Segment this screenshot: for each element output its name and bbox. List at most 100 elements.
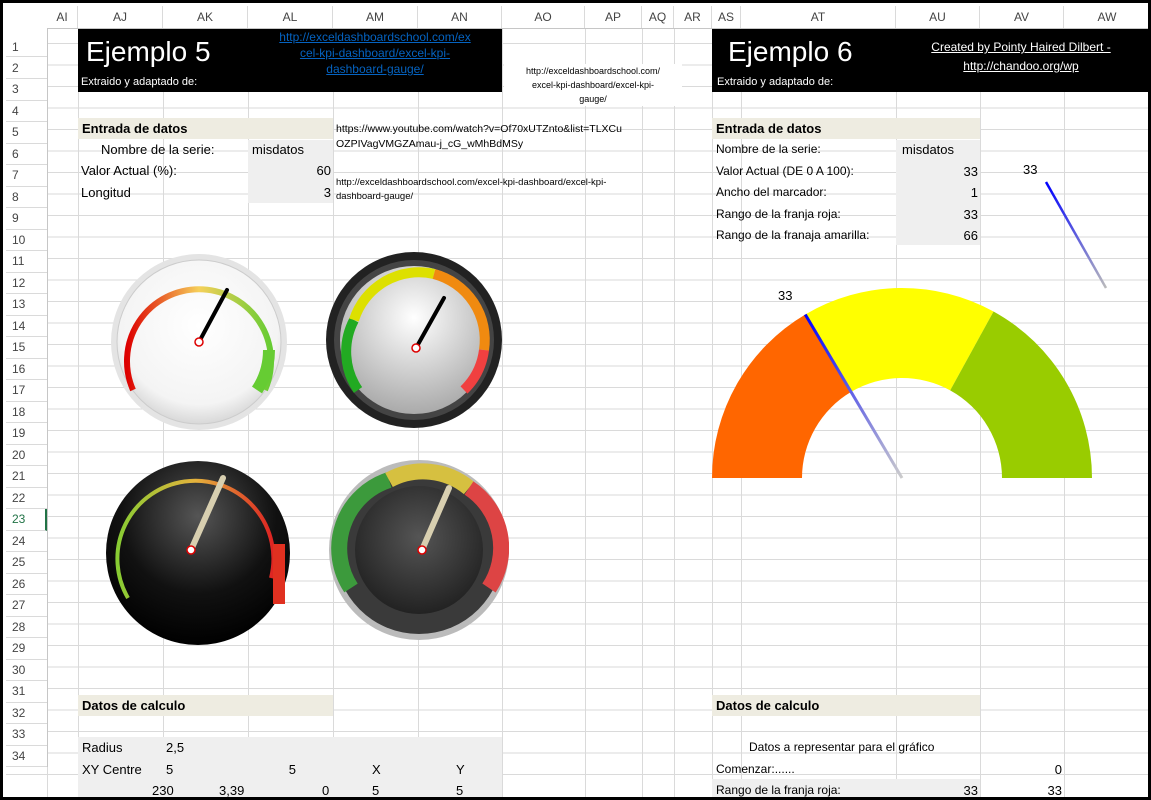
r34-v3[interactable]: 0: [322, 783, 329, 797]
row-header-16[interactable]: 16: [6, 359, 47, 380]
row-header-32[interactable]: 32: [6, 703, 47, 724]
row-header-14[interactable]: 14: [6, 316, 47, 337]
right-row-value[interactable]: 66: [896, 228, 978, 243]
r34-v2[interactable]: 3,39: [219, 783, 244, 797]
right-row-value[interactable]: 33: [896, 164, 978, 179]
row-header-17[interactable]: 17: [6, 380, 47, 402]
valor-value-left[interactable]: 60: [248, 163, 331, 178]
url-small-line2: excel-kpi-dashboard/excel-kpi-: [531, 80, 655, 90]
column-header-aj[interactable]: AJ: [78, 6, 163, 28]
row-header-24[interactable]: 24: [6, 531, 47, 552]
r34-v1[interactable]: 230: [152, 783, 174, 797]
row-header-4[interactable]: 4: [6, 101, 47, 122]
ejemplo6-title: Ejemplo 6: [728, 36, 853, 67]
row-header-21[interactable]: 21: [6, 466, 47, 488]
datos-calculo-header-right: Datos de calculo: [712, 695, 980, 716]
row-header-15[interactable]: 15: [6, 337, 47, 359]
serie-value-left[interactable]: misdatos: [252, 142, 304, 157]
spreadsheet-grid[interactable]: AI AJ AK AL AM AN AO AP AQ AR AS AT AU AV AW 123456789…: [6, 6, 1148, 797]
ejemplo5-subtitle: Extraido y adaptado de:: [81, 76, 198, 88]
radius-value[interactable]: 2,5: [166, 740, 184, 755]
ejemplo6-credit[interactable]: Created by Pointy Haired Dilbert - http:…: [896, 38, 1146, 76]
row-header-29[interactable]: 29: [6, 638, 47, 660]
gauge-value-label: 33: [778, 288, 793, 303]
row-header-26[interactable]: 26: [6, 574, 47, 595]
credit-line1[interactable]: Created by Pointy Haired Dilbert -: [896, 38, 1146, 57]
ejemplo5-link-line3[interactable]: dashboard-gauge/: [248, 61, 502, 77]
row-header-1[interactable]: 1: [6, 28, 47, 57]
row-header-8[interactable]: 8: [6, 187, 47, 208]
column-header-al[interactable]: AL: [248, 6, 333, 28]
column-header-ar[interactable]: AR: [674, 6, 712, 28]
row-header-12[interactable]: 12: [6, 273, 47, 294]
right-row-value[interactable]: 1: [896, 185, 978, 200]
valor-label-left: Valor Actual (%):: [81, 163, 177, 178]
ejemplo5-link-line2[interactable]: cel-kpi-dashboard/excel-kpi-: [248, 45, 502, 61]
column-header-an[interactable]: AN: [418, 6, 502, 28]
row-header-34[interactable]: 34: [6, 746, 47, 767]
row-header-6[interactable]: 6: [6, 144, 47, 165]
credit-line2[interactable]: http://chandoo.org/wp: [896, 57, 1146, 76]
column-header-as[interactable]: AS: [712, 6, 741, 28]
column-header-ak[interactable]: AK: [163, 6, 248, 28]
datos-representar: Datos a representar para el gráfico: [749, 740, 935, 754]
gauge-dark-green-image: [329, 460, 509, 640]
right-row-label: Rango de la franja roja:: [716, 206, 841, 221]
ejemplo5-title: Ejemplo 5: [86, 36, 211, 67]
ejemplo5-link[interactable]: http://exceldashboardschool.com/ex cel-k…: [248, 29, 502, 77]
row-header-28[interactable]: 28: [6, 617, 47, 638]
row-header-31[interactable]: 31: [6, 681, 47, 703]
ejemplo6-subtitle: Extraido y adaptado de:: [717, 76, 834, 88]
column-header-au[interactable]: AU: [896, 6, 980, 28]
speedometer-chart[interactable]: [706, 286, 1096, 486]
comenzar-value[interactable]: 0: [980, 762, 1062, 777]
row-header-13[interactable]: 13: [6, 294, 47, 316]
url-small-line1: http://exceldashboardschool.com/: [525, 66, 661, 76]
right-row-label: Valor Actual (DE 0 A 100):: [716, 163, 854, 178]
url2: http://exceldashboardschool.com/excel-kp…: [336, 176, 606, 204]
ejemplo5-link-line1[interactable]: http://exceldashboardschool.com/ex: [248, 29, 502, 45]
row-header-19[interactable]: 19: [6, 423, 47, 445]
row-header-20[interactable]: 20: [6, 445, 47, 466]
column-header-aq[interactable]: AQ: [642, 6, 674, 28]
youtube-url: https://www.youtube.com/watch?v=Of70xUTZ…: [336, 122, 622, 152]
row-header-23[interactable]: 23: [6, 509, 47, 531]
row-header-11[interactable]: 11: [6, 251, 47, 273]
row-header-9[interactable]: 9: [6, 208, 47, 230]
row-header-5[interactable]: 5: [6, 122, 47, 144]
row-header-3[interactable]: 3: [6, 79, 47, 101]
column-header-av[interactable]: AV: [980, 6, 1064, 28]
r34-v4[interactable]: 5: [372, 783, 379, 797]
row-header-25[interactable]: 25: [6, 552, 47, 574]
row-header-10[interactable]: 10: [6, 230, 47, 251]
row-header-33[interactable]: 33: [6, 724, 47, 746]
youtube-url-line2: OZPIVagVMGZAmau-j_cG_wMhBdMSy: [336, 138, 524, 150]
row-header-7[interactable]: 7: [6, 165, 47, 187]
xy-value-1[interactable]: 5: [166, 762, 173, 777]
excel-window: AI AJ AK AL AM AN AO AP AQ AR AS AT AU AV AW 123456789…: [0, 0, 1151, 800]
column-header-aw[interactable]: AW: [1064, 6, 1148, 28]
right-row-value[interactable]: 33: [896, 207, 978, 222]
xy-value-2[interactable]: 5: [248, 762, 296, 777]
longitud-value[interactable]: 3: [248, 185, 331, 200]
xy-label: XY Centre: [82, 762, 142, 777]
url-small-line3: gauge/: [579, 94, 607, 104]
comenzar-label: Comenzar:......: [716, 762, 795, 776]
row-header-18[interactable]: 18: [6, 402, 47, 423]
row-header-27[interactable]: 27: [6, 595, 47, 617]
rango-roja-value-1[interactable]: 33: [896, 783, 978, 797]
row-header-30[interactable]: 30: [6, 660, 47, 681]
rango-roja-value-2[interactable]: 33: [980, 783, 1062, 797]
column-header-ap[interactable]: AP: [585, 6, 642, 28]
column-header-ao[interactable]: AO: [502, 6, 585, 28]
right-row-label: Ancho del marcador:: [716, 185, 827, 199]
column-header-am[interactable]: AM: [333, 6, 418, 28]
ejemplo5-url-box: http://exceldashboardschool.com/ excel-k…: [504, 64, 682, 106]
right-row-value[interactable]: misdatos: [902, 142, 954, 157]
column-header-ai[interactable]: AI: [47, 6, 78, 28]
r34-v5[interactable]: 5: [456, 783, 463, 797]
row-header-22[interactable]: 22: [6, 488, 47, 509]
column-header-at[interactable]: AT: [741, 6, 896, 28]
row-header-2[interactable]: 2: [6, 58, 47, 79]
url2-line1: http://exceldashboardschool.com/excel-kp…: [336, 177, 607, 188]
